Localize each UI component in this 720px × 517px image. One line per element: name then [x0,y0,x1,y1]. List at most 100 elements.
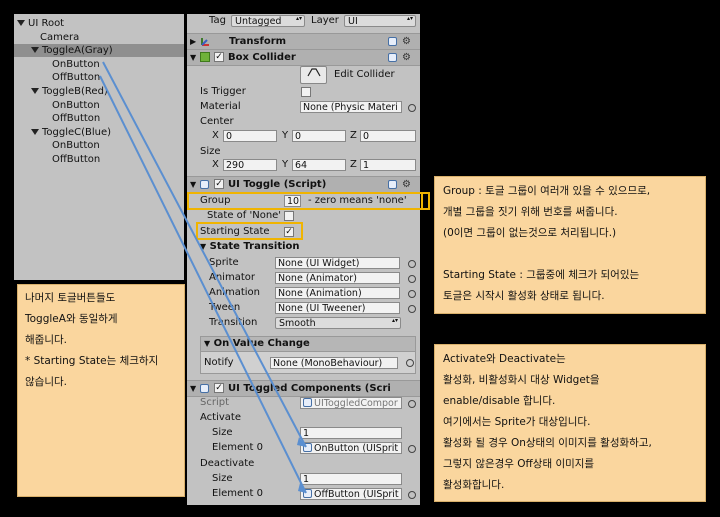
hierarchy-item[interactable]: ToggleB(Red) [31,85,108,98]
expand-down-icon: ▼ [190,53,197,62]
object-picker-icon[interactable] [408,491,416,499]
note-line: 여기에서는 Sprite가 대상입니다. [443,416,591,428]
animator-label: Animator [209,272,255,283]
hierarchy-item[interactable]: Camera [40,31,79,44]
expand-down-icon[interactable] [31,47,39,54]
tween-field[interactable]: None (UI Tweener) [275,302,400,314]
help-icon[interactable] [388,53,397,62]
size-y-field[interactable]: 64 [292,159,346,171]
group-highlight [187,192,423,210]
deactivate-element-value: OffButton (UISprit [314,489,399,500]
object-picker-icon[interactable] [406,359,414,367]
tag-dropdown[interactable]: Untagged [231,15,305,27]
size-label: Size [200,146,221,157]
expand-down-icon: ▼ [190,384,197,393]
ui-toggle-header[interactable]: ▼ ✓ UI Toggle (Script) ⚙ [187,176,420,193]
box-collider-enabled-checkbox[interactable]: ✓ [214,52,224,62]
layer-dropdown[interactable]: UI [344,15,416,27]
size-x-label: X [212,159,219,170]
center-x-label: X [212,130,219,141]
object-picker-icon[interactable] [408,445,416,453]
edit-collider-button[interactable] [300,66,327,84]
note-line: ToggleA와 동일하게 [25,313,118,325]
note-line: 활성화합니다. [443,479,505,491]
hierarchy-item[interactable]: ToggleC(Blue) [31,126,111,139]
help-icon[interactable] [388,37,397,46]
size-z-field[interactable]: 1 [360,159,416,171]
script-icon [303,398,312,407]
center-z-field[interactable]: 0 [360,130,416,142]
gear-icon[interactable]: ⚙ [402,50,411,65]
object-picker-icon[interactable] [408,290,416,298]
object-picker-icon [408,400,416,408]
notify-field[interactable]: None (MonoBehaviour) [270,357,398,369]
expand-down-icon: ▼ [190,180,197,189]
ui-toggle-enabled-checkbox[interactable]: ✓ [214,179,224,189]
inspector-panel: Tag Untagged Layer UI ▶ Transform ⚙ ▼ ✓ … [187,14,420,505]
expand-right-icon: ▶ [190,37,197,46]
activate-element-field[interactable]: OnButton (UISprit [300,442,402,454]
object-picker-icon[interactable] [408,104,416,112]
on-value-change-header[interactable]: ▼ On Value Change [200,336,416,352]
size-y-label: Y [282,159,289,170]
note-line: 나머지 토글버튼들도 [25,292,116,304]
transition-dropdown[interactable]: Smooth [275,317,401,329]
deactivate-size-field[interactable]: 1 [300,473,402,485]
hierarchy-panel: UI Root Camera ToggleA(Gray) OnButton OffBut… [14,14,184,280]
gear-icon[interactable]: ⚙ [402,34,411,49]
animator-field[interactable]: None (Animator) [275,272,400,284]
notify-label: Notify [204,357,234,368]
material-field[interactable]: None (Physic Materi [300,101,402,113]
activate-size-field[interactable]: 1 [300,427,402,439]
center-z-label: Z [350,130,357,141]
object-picker-icon[interactable] [408,260,416,268]
hierarchy-item-label: OnButton [52,58,100,70]
object-picker-icon[interactable] [408,305,416,313]
hierarchy-item[interactable]: OffButton [52,153,100,166]
gear-icon[interactable]: ⚙ [402,177,411,192]
transition-label: Transition [209,317,258,328]
deactivate-size-label: Size [212,473,233,484]
deactivate-element-label: Element 0 [212,488,263,499]
state-of-none-label: State of 'None' [207,210,282,221]
hierarchy-item[interactable]: OnButton [52,99,100,112]
animation-field[interactable]: None (Animation) [275,287,400,299]
object-picker-icon[interactable] [408,275,416,283]
toggled-components-header[interactable]: ▼ ✓ UI Toggled Components (Scri [187,380,420,397]
note-line: * Starting State는 체크하지 [25,355,159,367]
box-collider-icon [200,52,210,62]
hierarchy-item-label: OffButton [52,154,101,165]
hierarchy-item[interactable]: ToggleA(Gray) [14,44,184,58]
hierarchy-item[interactable]: OnButton [52,139,100,152]
state-of-none-checkbox[interactable] [284,211,294,221]
hierarchy-item[interactable]: OnButton [52,58,100,71]
help-icon[interactable] [388,180,397,189]
screenshot-frame: UI Root Camera ToggleA(Gray) OnButton OffBut… [0,0,720,517]
box-collider-header[interactable]: ▼ ✓ Box Collider ⚙ [187,49,420,66]
hierarchy-item[interactable]: UI Root [17,17,64,30]
hierarchy-item[interactable]: OffButton [52,112,100,125]
note-line: 그렇지 않은경우 Off상태 이미지를 [443,458,595,470]
is-trigger-checkbox[interactable] [301,87,311,97]
activate-note: Activate와 Deactivate는 활성화, 비활성화시 대상 Widge… [434,344,706,502]
group-connector [420,192,430,210]
center-y-field[interactable]: 0 [292,130,346,142]
size-x-field[interactable]: 290 [223,159,277,171]
transform-header[interactable]: ▶ Transform ⚙ [187,33,420,50]
expand-down-icon[interactable] [17,20,25,26]
expand-down-icon[interactable] [31,128,39,135]
tween-label: Tween [209,302,241,313]
sprite-label: Sprite [209,257,239,268]
hierarchy-item[interactable]: OffButton [52,71,100,84]
sprite-icon [303,489,312,498]
expand-down-icon[interactable] [31,88,39,94]
layer-label: Layer [311,15,339,26]
center-x-field[interactable]: 0 [223,130,277,142]
script-label: Script [200,397,230,408]
hierarchy-item-label: OnButton [52,99,100,111]
hierarchy-item-label: ToggleC(Blue) [42,126,112,138]
sprite-field[interactable]: None (UI Widget) [275,257,400,269]
toggled-components-enabled-checkbox[interactable]: ✓ [214,383,224,393]
hierarchy-item-label: ToggleA(Gray) [42,45,113,57]
deactivate-element-field[interactable]: OffButton (UISprit [300,488,402,500]
